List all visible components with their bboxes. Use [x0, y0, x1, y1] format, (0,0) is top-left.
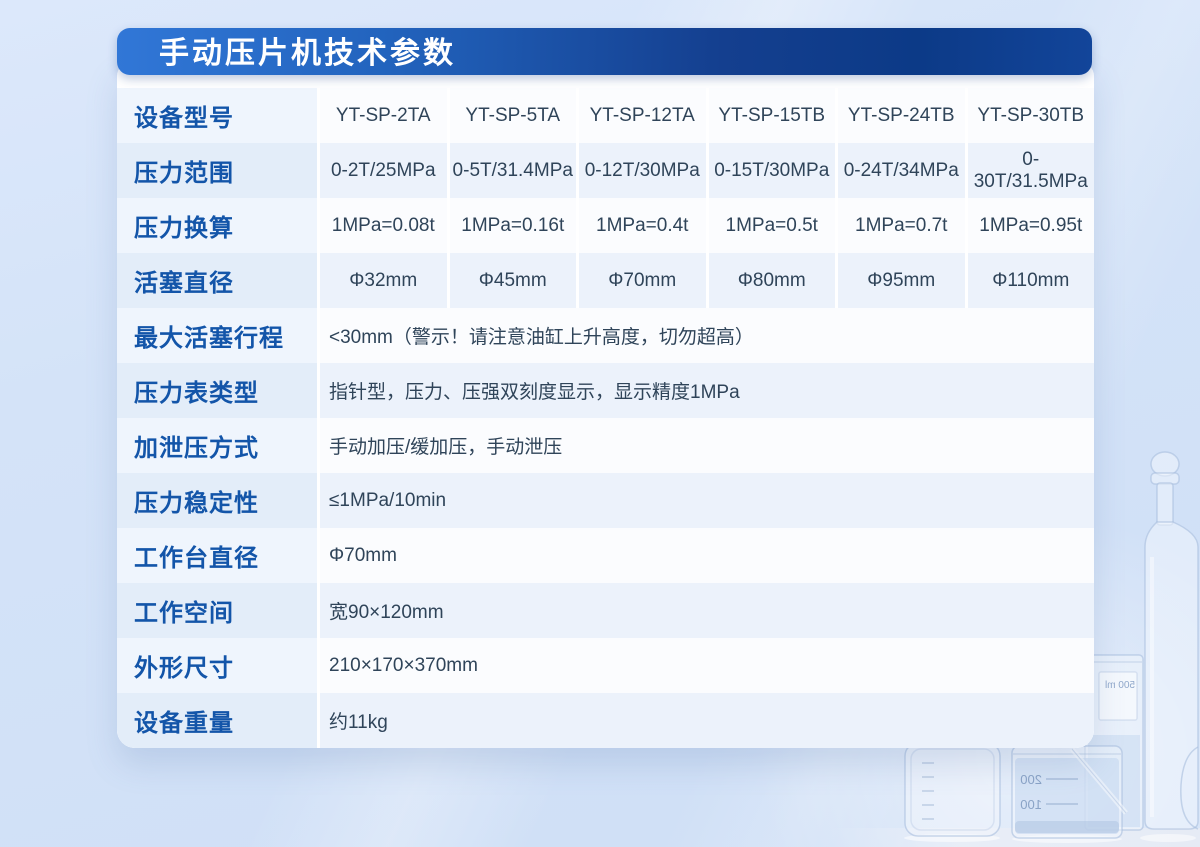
row-label: 最大活塞行程: [117, 308, 317, 363]
spec-value: YT-SP-15TB: [708, 88, 835, 143]
spec-value: 0-12T/30MPa: [579, 143, 706, 198]
row-label: 压力表类型: [117, 363, 317, 418]
spec-value: YT-SP-24TB: [838, 88, 965, 143]
table-row-worktable-diameter: 工作台直径 Φ70mm: [117, 528, 1094, 583]
spec-value: 0-15T/30MPa: [708, 143, 835, 198]
row-label: 工作空间: [117, 583, 317, 638]
spec-value: 1MPa=0.95t: [967, 198, 1094, 253]
spec-value: 1MPa=0.08t: [320, 198, 447, 253]
spec-value: ≤1MPa/10min: [320, 473, 1094, 528]
spec-value: 手动加压/缓加压，手动泄压: [320, 418, 1094, 473]
spec-value: Φ80mm: [708, 253, 835, 308]
row-label: 压力换算: [117, 198, 317, 253]
table-row-piston-diameter: 活塞直径 Φ32mm Φ45mm Φ70mm Φ80mm Φ95mm Φ110m…: [117, 253, 1094, 308]
row-label: 加泄压方式: [117, 418, 317, 473]
row-label: 压力稳定性: [117, 473, 317, 528]
spec-value: Φ32mm: [320, 253, 447, 308]
table-row-pressurize-method: 加泄压方式 手动加压/缓加压，手动泄压: [117, 418, 1094, 473]
table-row-model: 设备型号 YT-SP-2TA YT-SP-5TA YT-SP-12TA YT-S…: [117, 88, 1094, 143]
row-label: 设备重量: [117, 693, 317, 748]
table-row-weight: 设备重量 约11kg: [117, 693, 1094, 748]
spec-table-card: 设备型号 YT-SP-2TA YT-SP-5TA YT-SP-12TA YT-S…: [117, 62, 1094, 748]
spec-value: 0-24T/34MPa: [838, 143, 965, 198]
table-row-gauge-type: 压力表类型 指针型，压力、压强双刻度显示，显示精度1MPa: [117, 363, 1094, 418]
spec-value: YT-SP-5TA: [449, 88, 576, 143]
spec-value: 0-5T/31.4MPa: [449, 143, 576, 198]
row-label: 活塞直径: [117, 253, 317, 308]
row-label: 工作台直径: [117, 528, 317, 583]
spec-value: Φ70mm: [320, 528, 1094, 583]
spec-value: YT-SP-12TA: [579, 88, 706, 143]
spec-value: 1MPa=0.4t: [579, 198, 706, 253]
spec-value: Φ70mm: [579, 253, 706, 308]
beaker-marking-500ml: 500 ml: [1105, 680, 1135, 691]
beaker-marking-200: 200: [1020, 772, 1042, 787]
table-row-pressure-stability: 压力稳定性 ≤1MPa/10min: [117, 473, 1094, 528]
spec-value: 210×170×370mm: [320, 638, 1094, 693]
table-row-max-stroke: 最大活塞行程 <30mm（警示！请注意油缸上升高度，切勿超高）: [117, 308, 1094, 363]
front-beaker-art: 200 100: [1011, 745, 1128, 839]
table-row-pressure-conversion: 压力换算 1MPa=0.08t 1MPa=0.16t 1MPa=0.4t 1MP…: [117, 198, 1094, 253]
spec-value: 约11kg: [320, 693, 1094, 748]
table-row-dimensions: 外形尺寸 210×170×370mm: [117, 638, 1094, 693]
page-title: 手动压片机技术参数: [159, 37, 456, 70]
spec-value: 宽90×120mm: [320, 583, 1094, 638]
spec-value: 0-2T/25MPa: [320, 143, 447, 198]
spec-value: 0-30T/31.5MPa: [967, 143, 1094, 198]
row-label: 设备型号: [117, 88, 317, 143]
spec-value: Φ110mm: [967, 253, 1094, 308]
tall-bottle-art: [1144, 451, 1199, 830]
table-row-working-space: 工作空间 宽90×120mm: [117, 583, 1094, 638]
spec-value: Φ95mm: [838, 253, 965, 308]
spec-value: Φ45mm: [449, 253, 576, 308]
beaker-marking-100: 100: [1020, 797, 1042, 812]
row-label: 压力范围: [117, 143, 317, 198]
squat-bottle-art: [904, 742, 1001, 837]
title-banner: 手动压片机技术参数: [117, 28, 1092, 75]
spec-value: 1MPa=0.5t: [708, 198, 835, 253]
row-label: 外形尺寸: [117, 638, 317, 693]
spec-value: 1MPa=0.7t: [838, 198, 965, 253]
spec-value: 指针型，压力、压强双刻度显示，显示精度1MPa: [320, 363, 1094, 418]
spec-value: <30mm（警示！请注意油缸上升高度，切勿超高）: [320, 308, 1094, 363]
spec-value: 1MPa=0.16t: [449, 198, 576, 253]
spec-value: YT-SP-2TA: [320, 88, 447, 143]
spec-value: YT-SP-30TB: [967, 88, 1094, 143]
table-row-pressure-range: 压力范围 0-2T/25MPa 0-5T/31.4MPa 0-12T/30MPa…: [117, 143, 1094, 198]
